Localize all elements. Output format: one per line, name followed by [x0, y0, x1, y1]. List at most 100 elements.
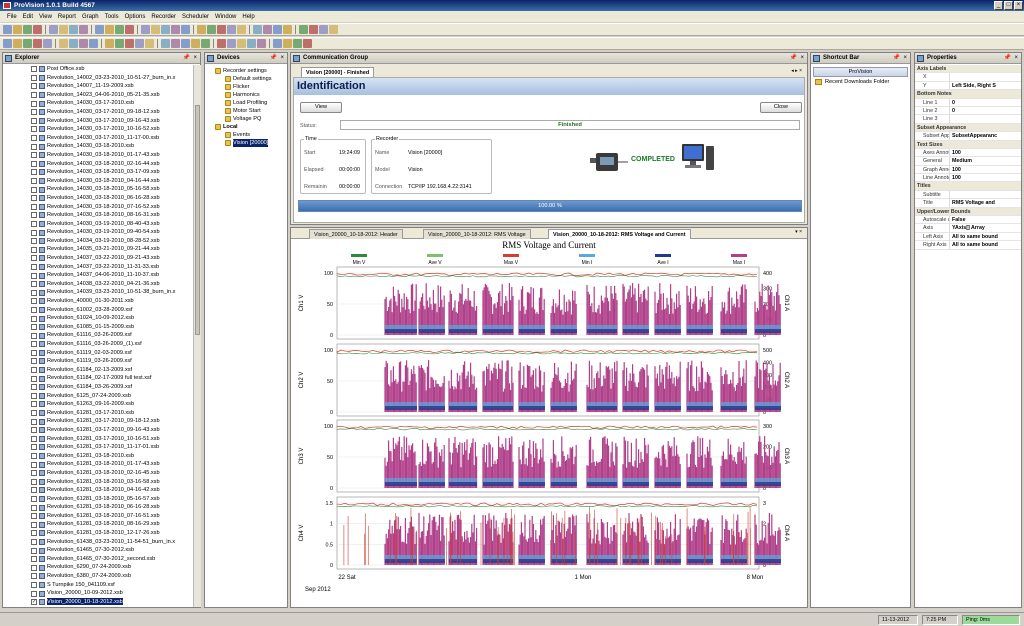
file-checkbox[interactable]: [31, 453, 37, 460]
file-checkbox[interactable]: [31, 581, 37, 588]
menu-graph[interactable]: Graph: [79, 14, 102, 20]
explorer-file-item[interactable]: Revolution_14030_03-17-2010_11-17-00.xsb: [3, 134, 193, 143]
toolbar-button-icon[interactable]: [59, 39, 68, 48]
close-icon[interactable]: ×: [1014, 53, 1018, 64]
property-category[interactable]: Upper/Lower Bounds: [915, 207, 1021, 217]
menu-recorder[interactable]: Recorder: [148, 14, 179, 20]
explorer-file-item[interactable]: Revolution_14030_03-19-2010_08-40-43.xsb: [3, 220, 193, 229]
device-tree-item[interactable]: Local: [207, 123, 287, 131]
device-tree-item[interactable]: Flicker: [207, 83, 287, 91]
tab-rms-voltage-current[interactable]: Vision_20000_10-18-2012: RMS Voltage and…: [548, 229, 691, 239]
file-checkbox[interactable]: [31, 195, 37, 202]
toolbar-button-icon[interactable]: [105, 25, 114, 34]
property-row[interactable]: Autoscale all toFalse: [915, 216, 1021, 225]
toolbar-button-icon[interactable]: [191, 39, 200, 48]
property-category[interactable]: Axis Labels: [915, 65, 1021, 74]
file-checkbox[interactable]: [31, 538, 37, 545]
explorer-file-item[interactable]: Revolution_40000_01-30-2011.xsb: [3, 297, 193, 306]
explorer-file-item[interactable]: Revolution_61281_03-18-2010_07-16-51.xsb: [3, 512, 193, 521]
property-value[interactable]: SubsetAppearanc: [950, 132, 1021, 139]
property-row[interactable]: Left Axis All to same bound: [915, 232, 1021, 242]
file-checkbox[interactable]: [31, 461, 37, 468]
explorer-file-item[interactable]: Revolution_14034_03-19-2010_08-28-52.xsb: [3, 237, 193, 246]
file-checkbox[interactable]: [31, 410, 37, 417]
file-checkbox[interactable]: [31, 135, 37, 142]
file-checkbox[interactable]: [31, 418, 37, 425]
property-category[interactable]: Titles: [915, 182, 1021, 191]
file-checkbox[interactable]: [31, 530, 37, 537]
toolbar-button-icon[interactable]: [329, 25, 338, 34]
explorer-file-item[interactable]: Revolution_14030_03-18-2010_04-16-44.xsb: [3, 177, 193, 186]
file-checkbox[interactable]: [31, 66, 37, 73]
toolbar-button-icon[interactable]: [293, 39, 302, 48]
file-checkbox[interactable]: [31, 487, 37, 494]
file-checkbox[interactable]: [31, 289, 37, 296]
explorer-file-item[interactable]: Revolution_14030_03-18-2010_05-16-58.xsb: [3, 185, 193, 194]
device-tree-item[interactable]: Voltage PQ: [207, 115, 287, 123]
toolbar-button-icon[interactable]: [79, 25, 88, 34]
toolbar-button-icon[interactable]: [33, 25, 42, 34]
explorer-file-item[interactable]: Revolution_14023_04-06-2010_05-21-35.xsb: [3, 91, 193, 100]
file-checkbox[interactable]: [31, 495, 37, 502]
toolbar-button-icon[interactable]: [125, 25, 134, 34]
explorer-file-item[interactable]: Revolution_14037_04-06-2010_11-10-37.xsb: [3, 271, 193, 280]
menu-tools[interactable]: Tools: [102, 14, 122, 20]
file-checkbox[interactable]: [31, 478, 37, 485]
file-checkbox[interactable]: [31, 126, 37, 133]
explorer-file-item[interactable]: Revolution_14002_03-23-2010_10-51-27_bur…: [3, 74, 193, 83]
file-checkbox[interactable]: [31, 272, 37, 279]
file-checkbox[interactable]: [31, 143, 37, 150]
explorer-file-item[interactable]: Revolution_14030_03-18-2010_01-17-43.xsb: [3, 151, 193, 160]
rms-chart[interactable]: RMS Voltage and Current Min V Ave V Max V Mi…: [291, 239, 807, 607]
file-checkbox[interactable]: [31, 444, 37, 451]
property-value[interactable]: All to same bound: [950, 233, 1021, 240]
explorer-file-item[interactable]: Revolution_6290_07-24-2009.xsb: [3, 563, 193, 572]
explorer-file-item[interactable]: Revolution_61119_02-03-2009.xsf: [3, 349, 193, 358]
toolbar-button-icon[interactable]: [49, 25, 58, 34]
explorer-file-item[interactable]: Revolution_61281_03-17-2010_11-17-01.xsb: [3, 443, 193, 452]
explorer-file-item[interactable]: Revolution_61085_01-15-2009.xsb: [3, 323, 193, 332]
pin-icon[interactable]: 📌: [790, 53, 797, 64]
explorer-file-item[interactable]: Revolution_61465_07-30-2012_second.xsb: [3, 555, 193, 564]
toolbar-button-icon[interactable]: [3, 25, 12, 34]
explorer-file-item[interactable]: Revolution_14030_03-18-2010.xsb: [3, 142, 193, 151]
explorer-file-item[interactable]: Revolution_61281_03-18-2010_12-17-26.xsb: [3, 529, 193, 538]
close-window-button[interactable]: ×: [1014, 1, 1023, 10]
shortcut-group-header[interactable]: ProVision: [813, 67, 908, 77]
file-checkbox[interactable]: [31, 590, 37, 597]
device-tree-item[interactable]: Default settings: [207, 75, 287, 83]
toolbar-button-icon[interactable]: [151, 25, 160, 34]
tab-comm-vision[interactable]: Vision [20000] - Finished: [301, 67, 375, 77]
toolbar-button-icon[interactable]: [247, 39, 256, 48]
explorer-file-item[interactable]: Revolution_14037_03-22-2010_11-31-33.xsb: [3, 263, 193, 272]
property-row[interactable]: Axis YAxis[] Array: [915, 224, 1021, 233]
file-checkbox[interactable]: [31, 556, 37, 563]
property-row[interactable]: General Medium: [915, 157, 1021, 166]
file-checkbox[interactable]: [31, 306, 37, 313]
file-checkbox[interactable]: [31, 117, 37, 124]
toolbar-button-icon[interactable]: [253, 25, 262, 34]
file-checkbox[interactable]: [31, 358, 37, 365]
property-row[interactable]: Axes Annotatio100: [915, 148, 1021, 158]
file-checkbox[interactable]: [31, 160, 37, 167]
tab-header[interactable]: Vision_20000_10-18-2012: Header: [309, 229, 403, 239]
toolbar-button-icon[interactable]: [115, 39, 124, 48]
close-icon[interactable]: ×: [800, 53, 804, 64]
view-button[interactable]: View: [300, 102, 342, 113]
device-tree-item[interactable]: Vision [20000]: [207, 139, 287, 147]
toolbar-button-icon[interactable]: [161, 25, 170, 34]
explorer-file-item[interactable]: Revolution_61281_03-17-2010_09-18-12.xsb: [3, 417, 193, 426]
file-checkbox[interactable]: [31, 203, 37, 210]
file-checkbox[interactable]: [31, 375, 37, 382]
property-category[interactable]: Text Sizes: [915, 140, 1021, 149]
toolbar-button-icon[interactable]: [105, 39, 114, 48]
explorer-file-item[interactable]: Revolution_61184_02-13-2009.xsf: [3, 366, 193, 375]
explorer-file-item[interactable]: Revolution_6125_07-24-2009.xsb: [3, 392, 193, 401]
file-checkbox[interactable]: [31, 255, 37, 262]
toolbar-button-icon[interactable]: [237, 39, 246, 48]
explorer-file-item[interactable]: Revolution_14030_03-18-2010_07-16-52.xsb: [3, 203, 193, 212]
toolbar-button-icon[interactable]: [181, 39, 190, 48]
toolbar-button-icon[interactable]: [197, 25, 206, 34]
toolbar-button-icon[interactable]: [135, 39, 144, 48]
pin-icon[interactable]: 📌: [893, 53, 900, 64]
